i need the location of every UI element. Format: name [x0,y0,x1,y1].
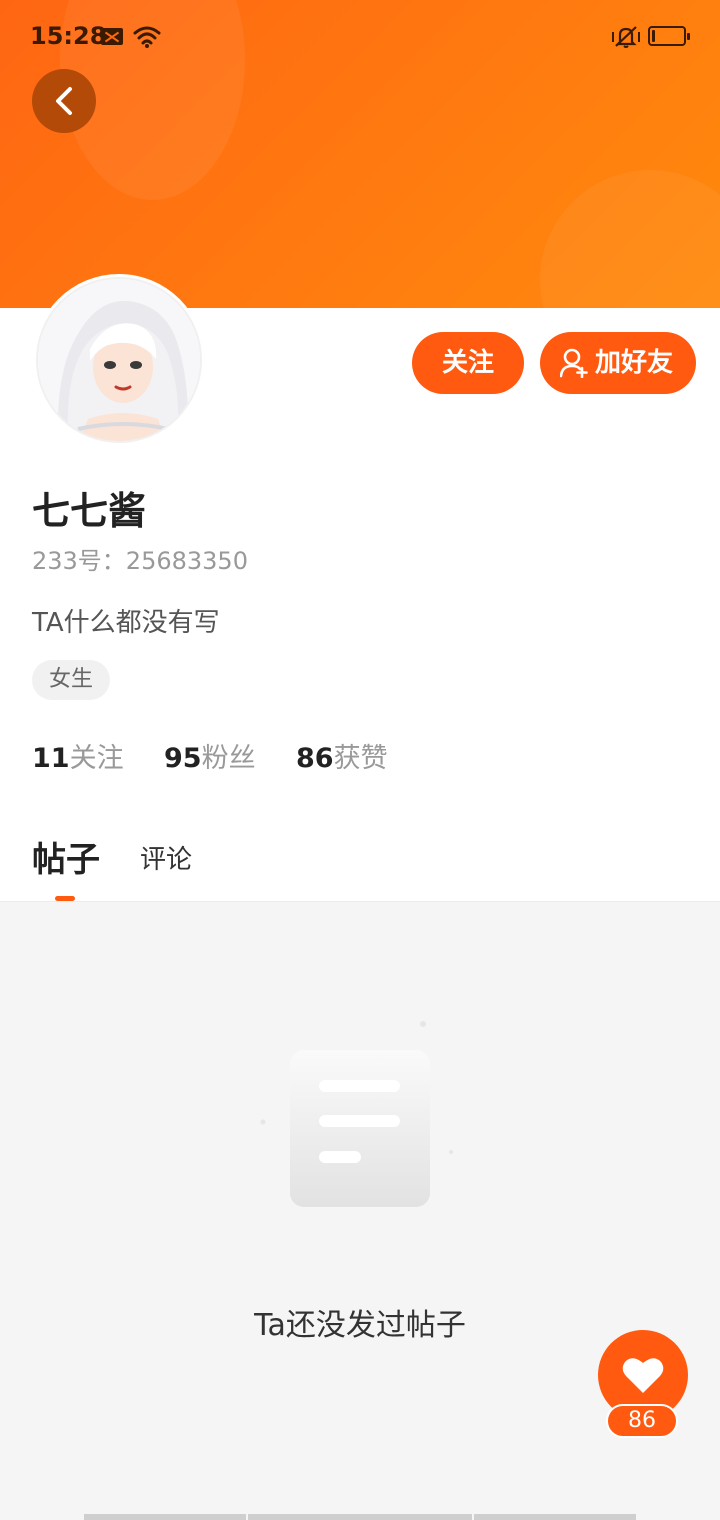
followers-count: 95 [164,743,202,774]
follow-button[interactable]: 关注 [412,332,524,394]
following-label: 关注 [69,743,124,774]
stat-likes[interactable]: 86获赞 [296,736,388,775]
avatar[interactable] [36,277,202,443]
avatar-illustration [38,279,200,441]
username: 七七酱 [32,489,147,533]
home-indicator [248,1514,472,1520]
status-bar: 15:28 [0,0,720,74]
status-time: 15:28 [30,22,107,50]
empty-document-icon [260,1021,453,1207]
heart-icon [622,1358,664,1393]
divider [0,901,720,902]
stat-followers[interactable]: 95粉丝 [164,736,256,775]
add-user-icon [560,348,588,378]
empty-state-message: Ta还没发过帖子 [254,1308,466,1343]
tab-comments[interactable]: 评论 [140,839,192,876]
following-count: 11 [32,743,70,774]
followers-label: 粉丝 [201,743,256,774]
chevron-left-icon [56,87,72,115]
mail-icon [101,28,123,45]
back-button[interactable] [32,69,96,133]
home-indicator [84,1514,246,1520]
decorative-circle [540,170,720,308]
add-friend-label: 加好友 [595,348,674,378]
add-friend-button[interactable]: 加好友 [540,332,696,394]
likes-count: 86 [296,743,334,774]
like-count-badge: 86 [606,1404,678,1438]
home-indicator [474,1514,636,1520]
likes-label: 获赞 [333,743,388,774]
user-bio: TA什么都没有写 [32,608,220,638]
vibrate-icon [612,26,640,48]
user-id: 233号：25683350 [32,547,248,575]
gender-tag: 女生 [32,660,111,700]
battery-icon [648,26,690,46]
wifi-icon [133,26,161,48]
tab-posts[interactable]: 帖子 [32,832,100,881]
stat-following[interactable]: 11关注 [32,736,124,775]
